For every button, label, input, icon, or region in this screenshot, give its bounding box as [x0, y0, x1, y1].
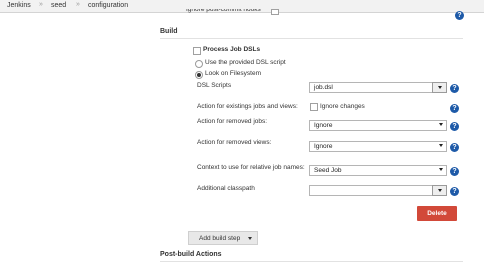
removed-jobs-action-label: Action for removed jobs: [197, 118, 268, 125]
use-provided-dsl-label: Use the provided DSL script [205, 59, 286, 66]
chevron-down-icon [438, 86, 442, 89]
chevron-down-icon [438, 189, 442, 192]
help-icon[interactable]: ? [450, 122, 459, 131]
dsl-scripts-label: DSL Scripts [197, 82, 232, 89]
look-on-filesystem-label: Look on Filesystem [205, 70, 261, 77]
post-build-actions-title: Post-build Actions [160, 251, 222, 258]
chevron-down-icon [248, 237, 252, 240]
ignore-post-commit-hooks-checkbox[interactable] [271, 9, 279, 15]
breadcrumb-separator: » [76, 1, 80, 8]
help-icon[interactable]: ? [450, 84, 459, 93]
breadcrumb-configuration[interactable]: configuration [88, 2, 128, 9]
ignore-changes-checkbox[interactable] [310, 103, 318, 111]
chevron-down-icon [439, 123, 443, 126]
help-icon[interactable]: ? [450, 143, 459, 152]
breadcrumb-seed[interactable]: seed [51, 2, 66, 9]
use-provided-dsl-radio[interactable] [195, 60, 203, 68]
build-section-title: Build [160, 28, 178, 35]
breadcrumb-jenkins[interactable]: Jenkins [7, 2, 31, 9]
chevron-down-icon [439, 144, 443, 147]
dsl-scripts-dropdown-button[interactable] [432, 82, 447, 93]
add-build-step-button[interactable]: Add build step [188, 231, 258, 245]
ignore-post-commit-hooks-label: Ignore post-commit hooks [186, 9, 261, 13]
classpath-label: Additional classpath [197, 185, 255, 192]
process-job-dsls-title: Process Job DSLs [203, 46, 261, 53]
removed-jobs-select[interactable]: Ignore [309, 120, 447, 131]
ignore-changes-label: Ignore changes [320, 103, 365, 110]
help-icon[interactable]: ? [455, 11, 464, 20]
removed-views-select[interactable]: Ignore [309, 141, 447, 152]
removed-jobs-selected-value: Ignore [314, 122, 333, 129]
delete-button[interactable]: Delete [417, 206, 457, 221]
classpath-dropdown-button[interactable] [432, 185, 447, 196]
add-build-step-label: Add build step [199, 235, 241, 242]
existing-jobs-action-label: Action for existings jobs and views: [197, 103, 298, 110]
post-build-section-divider [160, 261, 463, 262]
dsl-scripts-input[interactable]: job.dsl [309, 82, 433, 93]
chevron-down-icon [439, 168, 443, 171]
removed-views-action-label: Action for removed views: [197, 139, 272, 146]
context-select[interactable]: Seed Job [309, 165, 447, 176]
look-on-filesystem-radio[interactable] [195, 71, 203, 79]
help-icon[interactable]: ? [450, 187, 459, 196]
help-icon[interactable]: ? [450, 167, 459, 176]
build-section-divider [160, 38, 463, 39]
context-label: Context to use for relative job names: [197, 164, 305, 171]
breadcrumb-separator: » [39, 1, 43, 8]
help-icon[interactable]: ? [450, 104, 459, 113]
context-selected-value: Seed Job [314, 167, 342, 174]
removed-views-selected-value: Ignore [314, 143, 333, 150]
process-job-dsls-checkbox[interactable] [193, 47, 201, 55]
classpath-input[interactable] [309, 185, 433, 196]
